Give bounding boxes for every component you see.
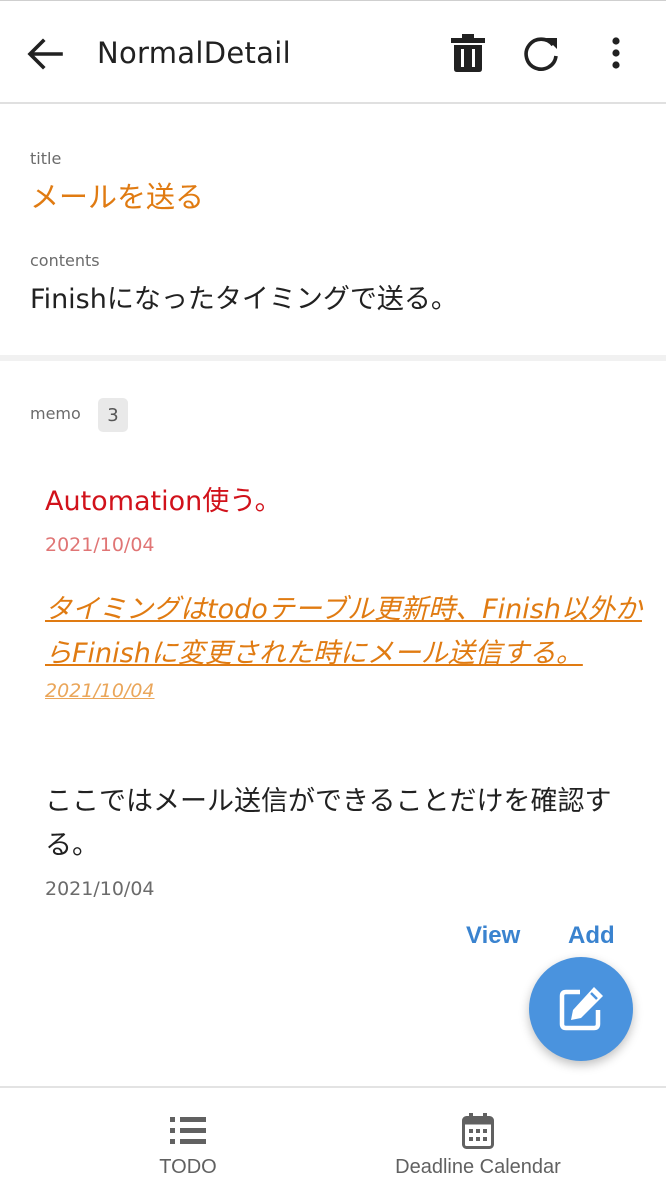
- memo-text: タイミングはtodoテーブル更新時、Finish以外からFinishに変更された…: [45, 594, 642, 669]
- list-icon: [170, 1117, 206, 1144]
- trash-icon: [451, 34, 485, 72]
- memo-text: ここではメール送信ができることだけを確認する。: [45, 786, 612, 861]
- title-label: title: [30, 149, 62, 168]
- add-memo-button[interactable]: Add: [568, 922, 615, 950]
- bottom-navigation: TODO Deadline Calendar: [0, 1086, 666, 1200]
- edit-icon: [559, 987, 603, 1031]
- nav-label-todo: TODO: [159, 1156, 217, 1178]
- nav-item-todo[interactable]: TODO: [108, 1088, 268, 1200]
- contents-label: contents: [30, 251, 100, 270]
- section-divider: [0, 355, 666, 361]
- memo-item[interactable]: タイミングはtodoテーブル更新時、Finish以外からFinishに変更された…: [45, 588, 645, 706]
- title-value: メールを送る: [30, 180, 205, 214]
- memo-date: 2021/10/04: [45, 534, 155, 556]
- more-options-button[interactable]: [592, 29, 640, 77]
- nav-label-deadline-calendar: Deadline Calendar: [395, 1156, 561, 1178]
- more-vert-icon: [612, 37, 620, 69]
- arrow-left-icon: [27, 38, 63, 70]
- app-bar: NormalDetail: [0, 0, 666, 104]
- contents-value: Finishになったタイミングで送る。: [30, 284, 458, 315]
- nav-item-deadline-calendar[interactable]: Deadline Calendar: [368, 1088, 588, 1200]
- edit-fab-button[interactable]: [529, 957, 633, 1061]
- back-button[interactable]: [22, 31, 68, 77]
- memo-date: 2021/10/04: [45, 680, 155, 702]
- memo-date: 2021/10/04: [45, 878, 155, 900]
- calendar-icon: [462, 1113, 494, 1149]
- refresh-icon: [524, 37, 558, 71]
- memo-item[interactable]: Automation使う。 2021/10/04: [45, 480, 645, 560]
- memo-item[interactable]: ここではメール送信ができることだけを確認する。 2021/10/04: [45, 780, 645, 904]
- memo-label: memo: [30, 404, 81, 423]
- memo-count-badge: 3: [98, 398, 128, 432]
- page-title: NormalDetail: [97, 36, 291, 70]
- delete-button[interactable]: [444, 29, 492, 77]
- memo-text: Automation使う。: [45, 486, 282, 517]
- refresh-button[interactable]: [517, 29, 565, 77]
- view-memo-button[interactable]: View: [466, 922, 520, 950]
